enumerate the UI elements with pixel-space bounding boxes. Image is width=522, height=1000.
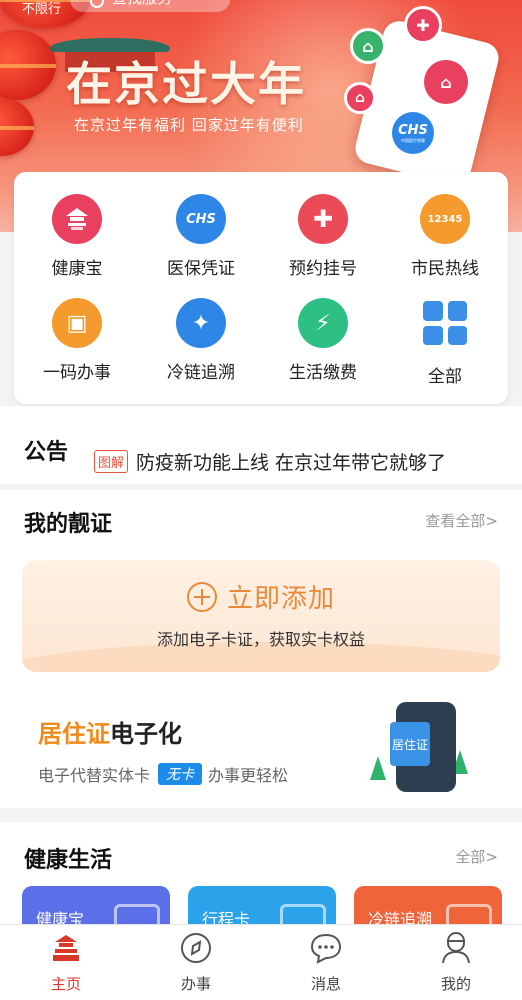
chat-bubble-icon <box>309 931 343 965</box>
service-label: 预约挂号 <box>289 259 357 279</box>
service-label: 一码办事 <box>43 363 111 383</box>
add-certificate-card[interactable]: 立即添加 添加电子卡证，获取实卡权益 <box>22 560 500 672</box>
my-certificates-section: 我的靓证 查看全部> 立即添加 添加电子卡证，获取实卡权益 居住证电子化 电子代… <box>0 490 522 808</box>
service-label: 冷链追溯 <box>167 363 235 383</box>
app-page: 不限行 查找服务 在京过大年 在京过年有福利 回家过年有便利 ⌂ ✚ ⌂ ⌂ C… <box>0 0 522 1000</box>
red-badge-icon: ✚ <box>404 6 442 44</box>
view-all-link[interactable]: 全部> <box>455 846 498 867</box>
promo-title: 居住证电子化 <box>38 720 182 748</box>
service-label: 健康宝 <box>51 259 103 279</box>
service-label: 全部 <box>428 367 462 387</box>
no-card-badge: 无卡 <box>158 763 203 785</box>
tab-home[interactable]: 主页 <box>26 931 106 994</box>
hotline-headset-icon: 12345 <box>420 194 470 244</box>
cold-chain-shrimp-icon: ✦ <box>176 298 226 348</box>
tree-decoration <box>370 756 386 780</box>
notice-text[interactable]: 防疫新功能上线 在京过年带它就够了 <box>136 448 446 475</box>
briefcase-icon: ▣ <box>52 298 102 348</box>
plus-icon <box>186 581 217 612</box>
service-appointment[interactable]: ✚ 预约挂号 <box>268 194 378 279</box>
search-placeholder: 查找服务 <box>112 0 172 8</box>
tab-messages[interactable]: 消息 <box>286 931 366 994</box>
notice-title: 公告 <box>24 440 69 465</box>
compass-icon <box>179 931 213 965</box>
chs-badge-icon: CHS 中国医疗保障 <box>392 112 434 154</box>
promo-description: 电子代替实体卡 无卡 办事更轻松 <box>38 762 288 786</box>
service-one-code[interactable]: ▣ 一码办事 <box>22 298 132 383</box>
banner-title: 在京过大年 <box>66 57 306 111</box>
add-now-label: 立即添加 <box>226 584 335 614</box>
health-kit-badge-icon: ⌂ <box>424 60 468 104</box>
tab-profile[interactable]: 我的 <box>416 931 496 994</box>
bottom-tab-bar: 主页 办事 消息 我的 <box>0 924 522 1000</box>
temple-home-icon <box>49 931 83 965</box>
service-label: 市民热线 <box>411 259 479 279</box>
user-profile-icon <box>439 931 473 965</box>
service-cold-chain[interactable]: ✦ 冷链追溯 <box>146 298 256 383</box>
lantern-decoration <box>0 98 34 156</box>
appointment-cross-icon: ✚ <box>298 194 348 244</box>
section-title: 健康生活 <box>24 848 113 873</box>
notice-bar[interactable]: 公告 图解 防疫新功能上线 在京过年带它就够了 <box>0 406 522 484</box>
view-all-link[interactable]: 查看全部> <box>425 510 498 531</box>
payment-lightning-icon: ⚡ <box>298 298 348 348</box>
service-medical-insurance[interactable]: CHS 医保凭证 <box>146 194 256 279</box>
service-utility-payment[interactable]: ⚡ 生活缴费 <box>268 298 378 383</box>
tab-services[interactable]: 办事 <box>156 931 236 994</box>
notice-tag: 图解 <box>94 450 129 473</box>
search-bar[interactable]: 查找服务 <box>70 0 230 12</box>
search-icon <box>90 0 104 8</box>
add-now-button[interactable]: 立即添加 <box>22 578 500 615</box>
medical-insurance-icon: CHS <box>176 194 226 244</box>
service-health-kit[interactable]: 健康宝 <box>22 194 132 279</box>
traffic-limit-label: 不限行 <box>22 2 62 17</box>
add-description: 添加电子卡证，获取实卡权益 <box>156 630 365 649</box>
residence-permit-promo[interactable]: 居住证电子化 电子代替实体卡 无卡 办事更轻松 居住证 <box>0 692 522 802</box>
beijing-health-kit-icon <box>52 194 102 244</box>
service-label: 生活缴费 <box>289 363 357 383</box>
quick-services-card: 健康宝 CHS 医保凭证 ✚ 预约挂号 12345 市民热线 ▣ 一码办事 ✦ … <box>14 172 508 404</box>
residence-card-illustration: 居住证 <box>390 722 430 766</box>
temple-badge-icon: ⌂ <box>344 82 376 114</box>
all-grid-icon <box>423 301 467 345</box>
service-label: 医保凭证 <box>167 259 235 279</box>
green-badge-icon: ⌂ <box>350 28 386 64</box>
service-all[interactable]: 全部 <box>390 298 500 387</box>
section-title: 我的靓证 <box>24 512 113 537</box>
banner-subtitle: 在京过年有福利 回家过年有便利 <box>74 116 304 134</box>
service-hotline[interactable]: 12345 市民热线 <box>390 194 500 279</box>
